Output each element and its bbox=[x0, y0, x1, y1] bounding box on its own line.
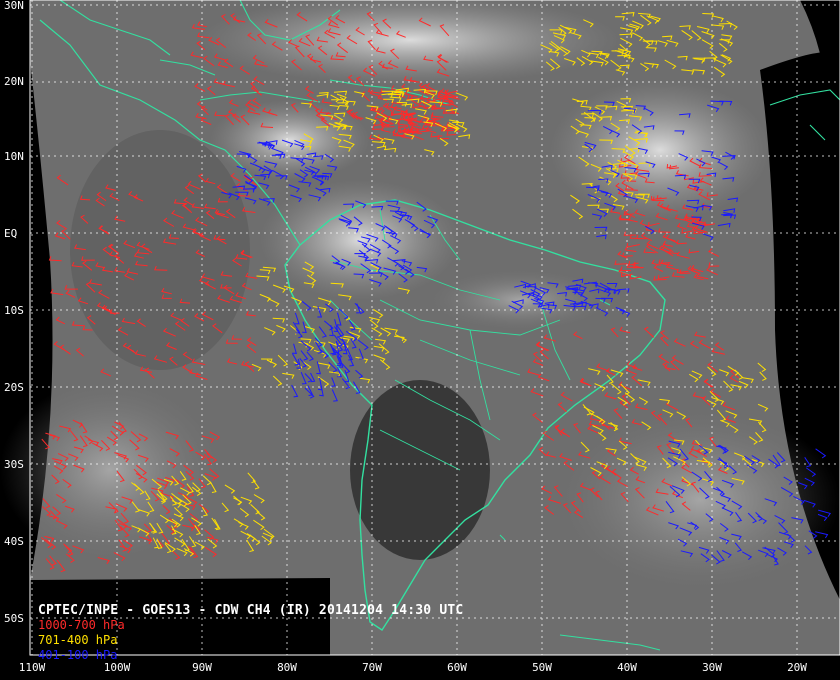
lon-label: 30W bbox=[702, 661, 722, 674]
lon-label: 60W bbox=[447, 661, 467, 674]
image-caption: CPTEC/INPE - GOES13 - CDW CH4 (IR) 20141… bbox=[38, 603, 463, 663]
legend-mid-level: 701-400 hPa bbox=[38, 633, 118, 647]
dark-region bbox=[70, 130, 250, 370]
lat-label: 30N bbox=[4, 0, 24, 12]
legend-high-level: 401-100 hPa bbox=[38, 648, 118, 662]
cloud-band bbox=[0, 380, 220, 560]
lon-label: 20W bbox=[787, 661, 807, 674]
lon-label: 80W bbox=[277, 661, 297, 674]
lon-label: 110W bbox=[18, 661, 46, 674]
dark-region bbox=[350, 380, 490, 560]
lon-label: 50W bbox=[532, 661, 552, 674]
lon-label: 100W bbox=[103, 661, 131, 674]
lon-label: 40W bbox=[617, 661, 637, 674]
satellite-image-frame: 30N 20N 10N EQ 10S 20S 30S 40S 50S 110W … bbox=[0, 0, 840, 680]
lat-label: EQ bbox=[4, 227, 18, 240]
legend-low-level: 1000-700 hPa bbox=[38, 618, 125, 632]
lat-label: 30S bbox=[4, 458, 24, 471]
lat-label: 50S bbox=[4, 612, 24, 625]
cloud-band bbox=[260, 180, 460, 300]
lon-label: 70W bbox=[362, 661, 382, 674]
cloud-band bbox=[210, 100, 370, 180]
lat-label: 10S bbox=[4, 304, 24, 317]
lon-label: 90W bbox=[192, 661, 212, 674]
caption-title: CPTEC/INPE - GOES13 - CDW CH4 (IR) 20141… bbox=[38, 603, 464, 618]
lat-label: 20S bbox=[4, 381, 24, 394]
lat-label: 40S bbox=[4, 535, 24, 548]
satellite-map bbox=[0, 0, 840, 656]
lat-label: 20N bbox=[4, 75, 24, 88]
lat-label: 10N bbox=[4, 150, 24, 163]
